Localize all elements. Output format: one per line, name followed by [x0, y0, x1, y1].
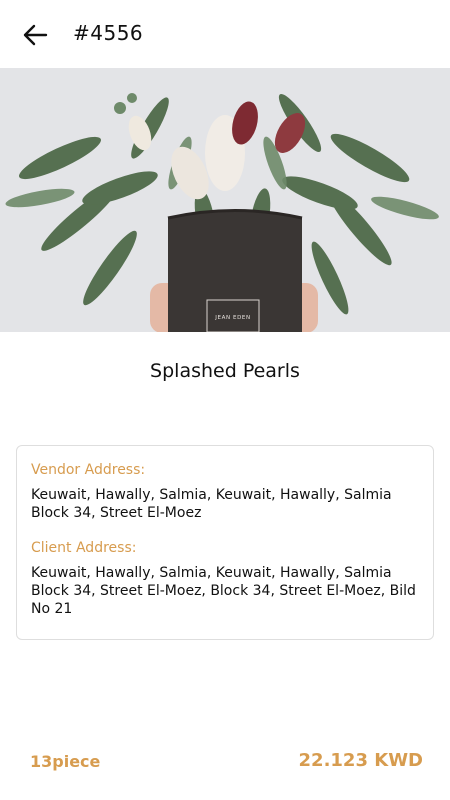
quantity-text: 13piece	[30, 752, 101, 771]
back-button[interactable]	[20, 20, 50, 50]
client-address-value: Keuwait, Hawally, Salmia, Keuwait, Hawal…	[31, 565, 416, 617]
vendor-address-value: Keuwait, Hawally, Salmia, Keuwait, Hawal…	[31, 487, 392, 521]
box-brand-text: JEAN EDEN	[214, 315, 250, 321]
product-name: Splashed Pearls	[150, 360, 300, 382]
vendor-address-label: Vendor Address:	[31, 462, 146, 478]
order-details-screen: #4556 JEAN EDEN Splashed Pearls Vendor A…	[0, 0, 450, 800]
order-number: #4556	[73, 21, 144, 45]
arrow-left-icon	[23, 24, 48, 46]
product-image: JEAN EDEN	[0, 68, 450, 332]
total-price: 22.123 KWD	[298, 750, 423, 771]
client-address-label: Client Address:	[31, 540, 137, 556]
address-card: Vendor Address: Keuwait, Hawally, Salmia…	[16, 445, 434, 640]
app-header: #4556	[0, 0, 450, 68]
